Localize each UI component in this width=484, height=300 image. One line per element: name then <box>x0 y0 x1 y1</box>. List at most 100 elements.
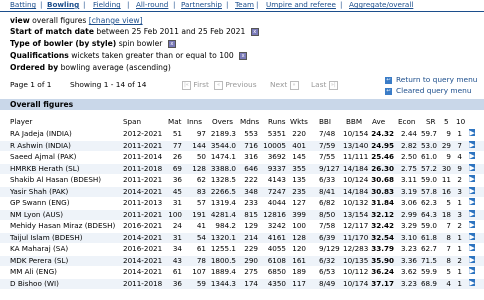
row-details-icon[interactable]: ▶ <box>469 186 475 194</box>
header-span: Span <box>123 117 142 126</box>
cell-inns: 83 <box>196 186 206 196</box>
cell-player: Mehidy Hasan Miraz (BDESH) <box>10 221 116 230</box>
qualifications-label: Qualifications <box>10 51 69 60</box>
tab-all-round[interactable]: All-round <box>136 0 168 9</box>
tab-umpire-referee[interactable]: Umpire and referee <box>266 0 336 9</box>
header-runs: Runs <box>268 117 286 126</box>
cell-mdns: 222 <box>244 175 258 184</box>
remove-filter-icon[interactable]: x <box>250 28 259 36</box>
cell-bbi: 7/55 <box>319 152 336 161</box>
cell-econ: 3.06 <box>400 198 417 207</box>
cell-overs: 4281.4 <box>210 209 236 219</box>
cell-mat: 45 <box>172 186 182 196</box>
table-row: HMRKB Herath (SL) 2011-2018 69 128 3388.0 646… <box>0 163 484 174</box>
cell-ten-wickets: 3 <box>457 186 462 196</box>
remove-filter-icon[interactable]: x <box>167 40 176 48</box>
query-qualifications-line: Qualifications wickets taken greater tha… <box>10 51 248 60</box>
cell-bbi: 7/59 <box>319 140 336 150</box>
cell-ave: 32.12 <box>371 209 394 219</box>
table-row: RA Jadeja (INDIA) 2012-2021 51 97 2189.3 553 5… <box>0 129 484 139</box>
cell-bbm: 10/174 <box>343 278 369 288</box>
cell-five-wickets: 7 <box>446 244 451 253</box>
cell-econ: 3.23 <box>400 278 417 288</box>
cell-span: 2016-2021 <box>123 244 163 253</box>
last-page-button[interactable]: Last »| <box>311 80 338 90</box>
cell-mat: 69 <box>172 163 182 173</box>
cell-bbm: 10/124 <box>343 175 369 184</box>
row-details-icon[interactable]: ▶ <box>469 221 475 228</box>
cell-sr: 61.8 <box>420 232 437 242</box>
cell-five-wickets: 18 <box>441 209 451 219</box>
cell-inns: 128 <box>192 163 206 173</box>
tab-team[interactable]: Team <box>235 0 254 9</box>
previous-page-button[interactable]: « Previous <box>214 80 257 90</box>
cell-player: Shakib Al Hasan (BDESH) <box>10 175 102 184</box>
tab-bowling[interactable]: Bowling <box>47 0 79 9</box>
row-details-icon[interactable]: ▶ <box>469 198 475 205</box>
cell-ave: 31.84 <box>371 198 394 207</box>
cleared-query-menu-link[interactable]: ↩ Cleared query menu <box>385 86 472 95</box>
tab-separator: | <box>226 0 229 9</box>
cell-econ: 3.23 <box>400 244 417 253</box>
cell-wkts: 161 <box>292 255 306 265</box>
start-date-value: between 25 Feb 2011 and 25 Feb 2021 <box>96 27 246 36</box>
table-row: D Bishoo (WI) 2011-2018 36 59 1344.3 174 4350 1… <box>0 278 484 289</box>
cell-mat: 51 <box>172 129 182 138</box>
table-row: Taijul Islam (BDESH) 2014-2021 31 54 1320.1 2… <box>0 232 484 243</box>
tab-partnership[interactable]: Partnership <box>181 0 222 9</box>
header-overs: Overs <box>212 117 234 126</box>
cell-wkts: 117 <box>292 278 306 288</box>
cell-econ: 3.19 <box>400 186 417 196</box>
cell-econ: 3.11 <box>400 175 417 184</box>
cell-mat: 61 <box>172 267 182 276</box>
tab-fielding[interactable]: Fielding <box>93 0 121 9</box>
cell-bbm: 10/154 <box>343 129 369 138</box>
header-mat: Mat <box>168 117 182 126</box>
cell-player: Taijul Islam (BDESH) <box>10 232 83 242</box>
row-details-icon[interactable]: ▶ <box>469 129 475 136</box>
cell-ave: 32.42 <box>371 221 394 230</box>
cell-mat: 31 <box>172 232 182 242</box>
cell-sr: 62.3 <box>420 198 437 207</box>
row-details-icon[interactable]: ▶ <box>469 209 475 217</box>
cell-runs: 6850 <box>267 267 286 276</box>
row-details-icon[interactable]: ▶ <box>469 175 475 182</box>
cell-bbm: 10/112 <box>343 267 369 276</box>
cell-inns: 41 <box>196 221 206 230</box>
cell-five-wickets: 30 <box>441 163 451 173</box>
row-details-icon[interactable]: ▶ <box>469 152 475 159</box>
tab-bar: Batting | Bowling | Fielding | All-round… <box>0 0 484 12</box>
row-details-icon[interactable]: ▶ <box>469 232 475 240</box>
cell-mat: 36 <box>172 278 182 288</box>
cell-sr: 64.3 <box>420 209 437 219</box>
query-view-line: view overall figures [change view] <box>10 16 143 25</box>
cell-overs: 2266.5 <box>210 186 236 196</box>
cell-span: 2011-2013 <box>123 198 163 207</box>
tab-batting[interactable]: Batting <box>10 0 36 9</box>
row-details-icon[interactable]: ▶ <box>469 244 475 251</box>
row-details-icon[interactable]: ▶ <box>469 163 475 171</box>
cell-mat: 26 <box>172 152 182 161</box>
cell-overs: 1889.4 <box>210 267 236 276</box>
cell-bbi: 6/53 <box>319 267 336 276</box>
cell-runs: 10005 <box>263 140 286 150</box>
cell-five-wickets: 9 <box>446 129 451 138</box>
next-page-button[interactable]: Next » <box>270 80 299 90</box>
row-details-icon[interactable]: ▶ <box>469 140 475 148</box>
row-details-icon[interactable]: ▶ <box>469 255 475 263</box>
first-page-icon: |« <box>182 80 191 90</box>
cell-ave: 37.17 <box>371 278 394 288</box>
cell-bbm: 13/154 <box>343 209 369 219</box>
row-details-icon[interactable]: ▶ <box>469 278 475 286</box>
change-view-link[interactable]: [change view] <box>89 16 143 25</box>
tab-aggregate-overall[interactable]: Aggregate/overall <box>349 0 413 9</box>
row-details-icon[interactable]: ▶ <box>469 267 475 274</box>
return-to-query-menu-link[interactable]: ↩ Return to query menu <box>385 75 477 84</box>
cell-span: 2014-2021 <box>123 267 163 276</box>
first-page-button[interactable]: |« First <box>182 80 209 90</box>
cell-inns: 78 <box>196 255 206 265</box>
cell-runs: 5351 <box>267 129 286 138</box>
cell-overs: 1255.1 <box>210 244 236 253</box>
remove-filter-icon[interactable]: x <box>239 52 248 60</box>
cell-inns: 61 <box>196 244 206 253</box>
